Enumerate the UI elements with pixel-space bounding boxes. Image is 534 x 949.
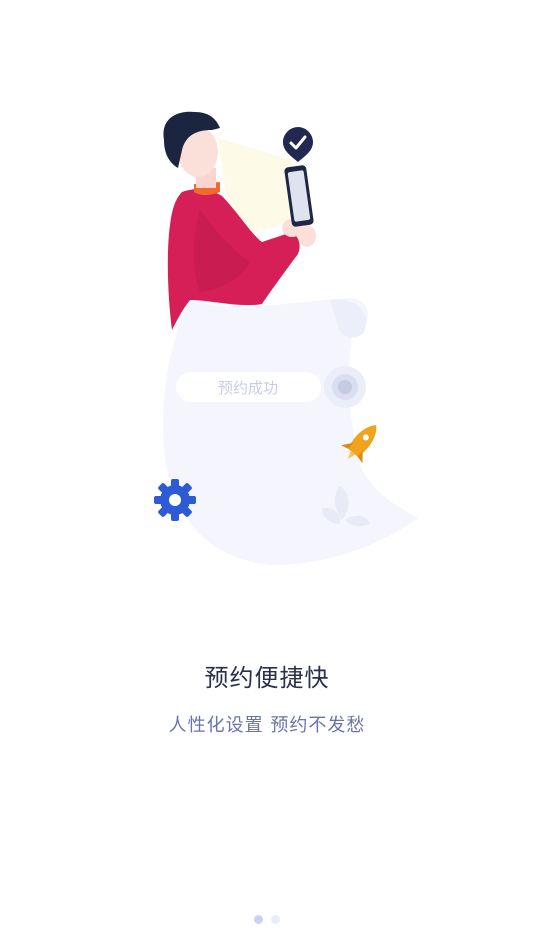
- check-badge-icon: [283, 127, 313, 162]
- onboarding-title: 预约便捷快: [204, 664, 330, 692]
- page-dot[interactable]: [271, 915, 280, 924]
- success-bubble-text: 预约成功: [218, 379, 278, 397]
- page-indicator: [0, 915, 534, 924]
- paper-scroll: [162, 298, 418, 565]
- onboarding-screen: 预约成功 预约便捷快 人性化设置 预约不发愁: [0, 0, 534, 949]
- gear-icon: [154, 479, 196, 521]
- page-dot-active[interactable]: [254, 915, 263, 924]
- onboarding-illustration: 预约成功: [0, 0, 534, 600]
- target-icon: [324, 366, 366, 408]
- onboarding-subtitle: 人性化设置 预约不发愁: [168, 715, 366, 736]
- success-bubble: 预约成功: [176, 372, 321, 402]
